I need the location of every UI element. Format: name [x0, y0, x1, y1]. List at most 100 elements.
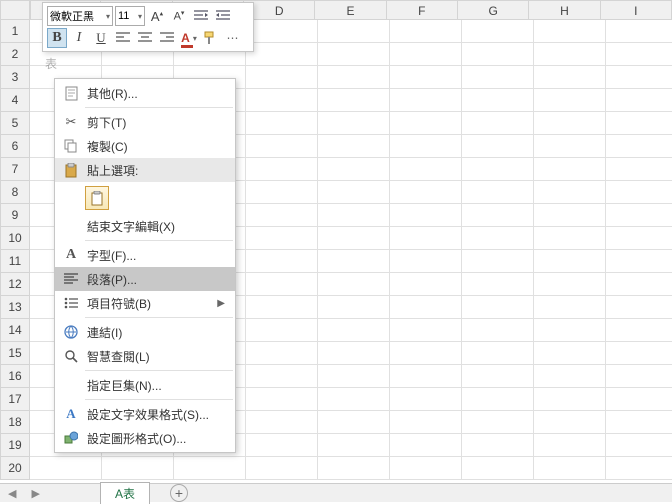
cell[interactable]: [246, 43, 318, 66]
menu-item-cut[interactable]: ✂ 剪下(T): [55, 110, 235, 134]
cell[interactable]: [606, 135, 672, 158]
cell[interactable]: [318, 112, 390, 135]
cell[interactable]: [246, 227, 318, 250]
row-header[interactable]: 4: [0, 89, 30, 112]
cell[interactable]: [462, 181, 534, 204]
cell[interactable]: [606, 181, 672, 204]
sheet-tab-active[interactable]: A表: [100, 482, 150, 504]
cell[interactable]: [246, 342, 318, 365]
cell[interactable]: [606, 388, 672, 411]
row-header[interactable]: 3: [0, 66, 30, 89]
cell[interactable]: [534, 434, 606, 457]
cell[interactable]: [174, 457, 246, 480]
menu-item-format-shape[interactable]: 設定圖形格式(O)...: [55, 426, 235, 450]
cell[interactable]: [462, 66, 534, 89]
cell[interactable]: [534, 250, 606, 273]
column-header[interactable]: D: [244, 0, 315, 20]
row-header[interactable]: 2: [0, 43, 30, 66]
menu-item-format-text-effects[interactable]: A 設定文字效果格式(S)...: [55, 402, 235, 426]
sheet-nav-arrows[interactable]: ◀ ▶: [8, 487, 46, 500]
row-header[interactable]: 13: [0, 296, 30, 319]
align-center-button[interactable]: [135, 28, 155, 48]
cell[interactable]: [390, 411, 462, 434]
cell[interactable]: [390, 434, 462, 457]
cell[interactable]: [390, 204, 462, 227]
cell[interactable]: [318, 66, 390, 89]
menu-item-paste-options[interactable]: 貼上選項:: [55, 158, 235, 182]
cell[interactable]: [606, 457, 672, 480]
format-painter-button[interactable]: [201, 28, 221, 48]
row-header[interactable]: 10: [0, 227, 30, 250]
cell[interactable]: [318, 250, 390, 273]
cell[interactable]: [390, 457, 462, 480]
row-header[interactable]: 6: [0, 135, 30, 158]
underline-button[interactable]: U: [91, 28, 111, 48]
cell[interactable]: [246, 204, 318, 227]
cell[interactable]: [606, 342, 672, 365]
cell[interactable]: [462, 319, 534, 342]
cell[interactable]: [606, 273, 672, 296]
cell[interactable]: [318, 411, 390, 434]
menu-item-other[interactable]: 其他(R)...: [55, 81, 235, 105]
cell[interactable]: [606, 250, 672, 273]
cell[interactable]: [246, 434, 318, 457]
cell[interactable]: [390, 181, 462, 204]
cell[interactable]: [390, 20, 462, 43]
cell[interactable]: [246, 66, 318, 89]
cell[interactable]: [534, 227, 606, 250]
cell[interactable]: [462, 273, 534, 296]
row-header[interactable]: 5: [0, 112, 30, 135]
cell[interactable]: [534, 43, 606, 66]
cell[interactable]: [246, 250, 318, 273]
cell[interactable]: [534, 112, 606, 135]
increase-indent-button[interactable]: [213, 6, 233, 26]
cell[interactable]: [534, 388, 606, 411]
cell[interactable]: [318, 365, 390, 388]
cell[interactable]: [606, 43, 672, 66]
cell[interactable]: [534, 296, 606, 319]
cell[interactable]: [318, 135, 390, 158]
cell[interactable]: [534, 319, 606, 342]
cell[interactable]: [318, 181, 390, 204]
cell[interactable]: [534, 135, 606, 158]
cell[interactable]: [462, 365, 534, 388]
row-header[interactable]: 8: [0, 181, 30, 204]
menu-item-copy[interactable]: 複製(C): [55, 134, 235, 158]
row-header[interactable]: 7: [0, 158, 30, 181]
cell[interactable]: [534, 411, 606, 434]
cell[interactable]: [534, 273, 606, 296]
row-header[interactable]: 16: [0, 365, 30, 388]
cell[interactable]: [606, 227, 672, 250]
cell[interactable]: [462, 388, 534, 411]
cell[interactable]: [246, 411, 318, 434]
cell[interactable]: [606, 411, 672, 434]
cell[interactable]: [390, 365, 462, 388]
cell[interactable]: [606, 296, 672, 319]
column-header[interactable]: F: [387, 0, 458, 20]
cell[interactable]: [246, 319, 318, 342]
row-header[interactable]: 17: [0, 388, 30, 411]
cell[interactable]: [318, 434, 390, 457]
paste-option-keep-source[interactable]: [85, 186, 109, 210]
menu-item-end-text-edit[interactable]: 結束文字編輯(X): [55, 214, 235, 238]
cell[interactable]: [606, 365, 672, 388]
cell[interactable]: [606, 112, 672, 135]
menu-item-font[interactable]: A 字型(F)...: [55, 243, 235, 267]
cell[interactable]: [318, 89, 390, 112]
cell[interactable]: [462, 250, 534, 273]
cell[interactable]: [462, 296, 534, 319]
cell[interactable]: [462, 20, 534, 43]
row-header[interactable]: 19: [0, 434, 30, 457]
row-header[interactable]: 11: [0, 250, 30, 273]
cell[interactable]: [462, 112, 534, 135]
cell[interactable]: [390, 158, 462, 181]
cell[interactable]: [462, 227, 534, 250]
menu-item-smart-lookup[interactable]: 智慧查閱(L): [55, 344, 235, 368]
cell[interactable]: [462, 89, 534, 112]
cell[interactable]: [462, 342, 534, 365]
cell[interactable]: [102, 457, 174, 480]
italic-button[interactable]: I: [69, 28, 89, 48]
cell[interactable]: [390, 112, 462, 135]
cell[interactable]: [606, 66, 672, 89]
font-size-combo[interactable]: 11▾: [115, 6, 145, 26]
